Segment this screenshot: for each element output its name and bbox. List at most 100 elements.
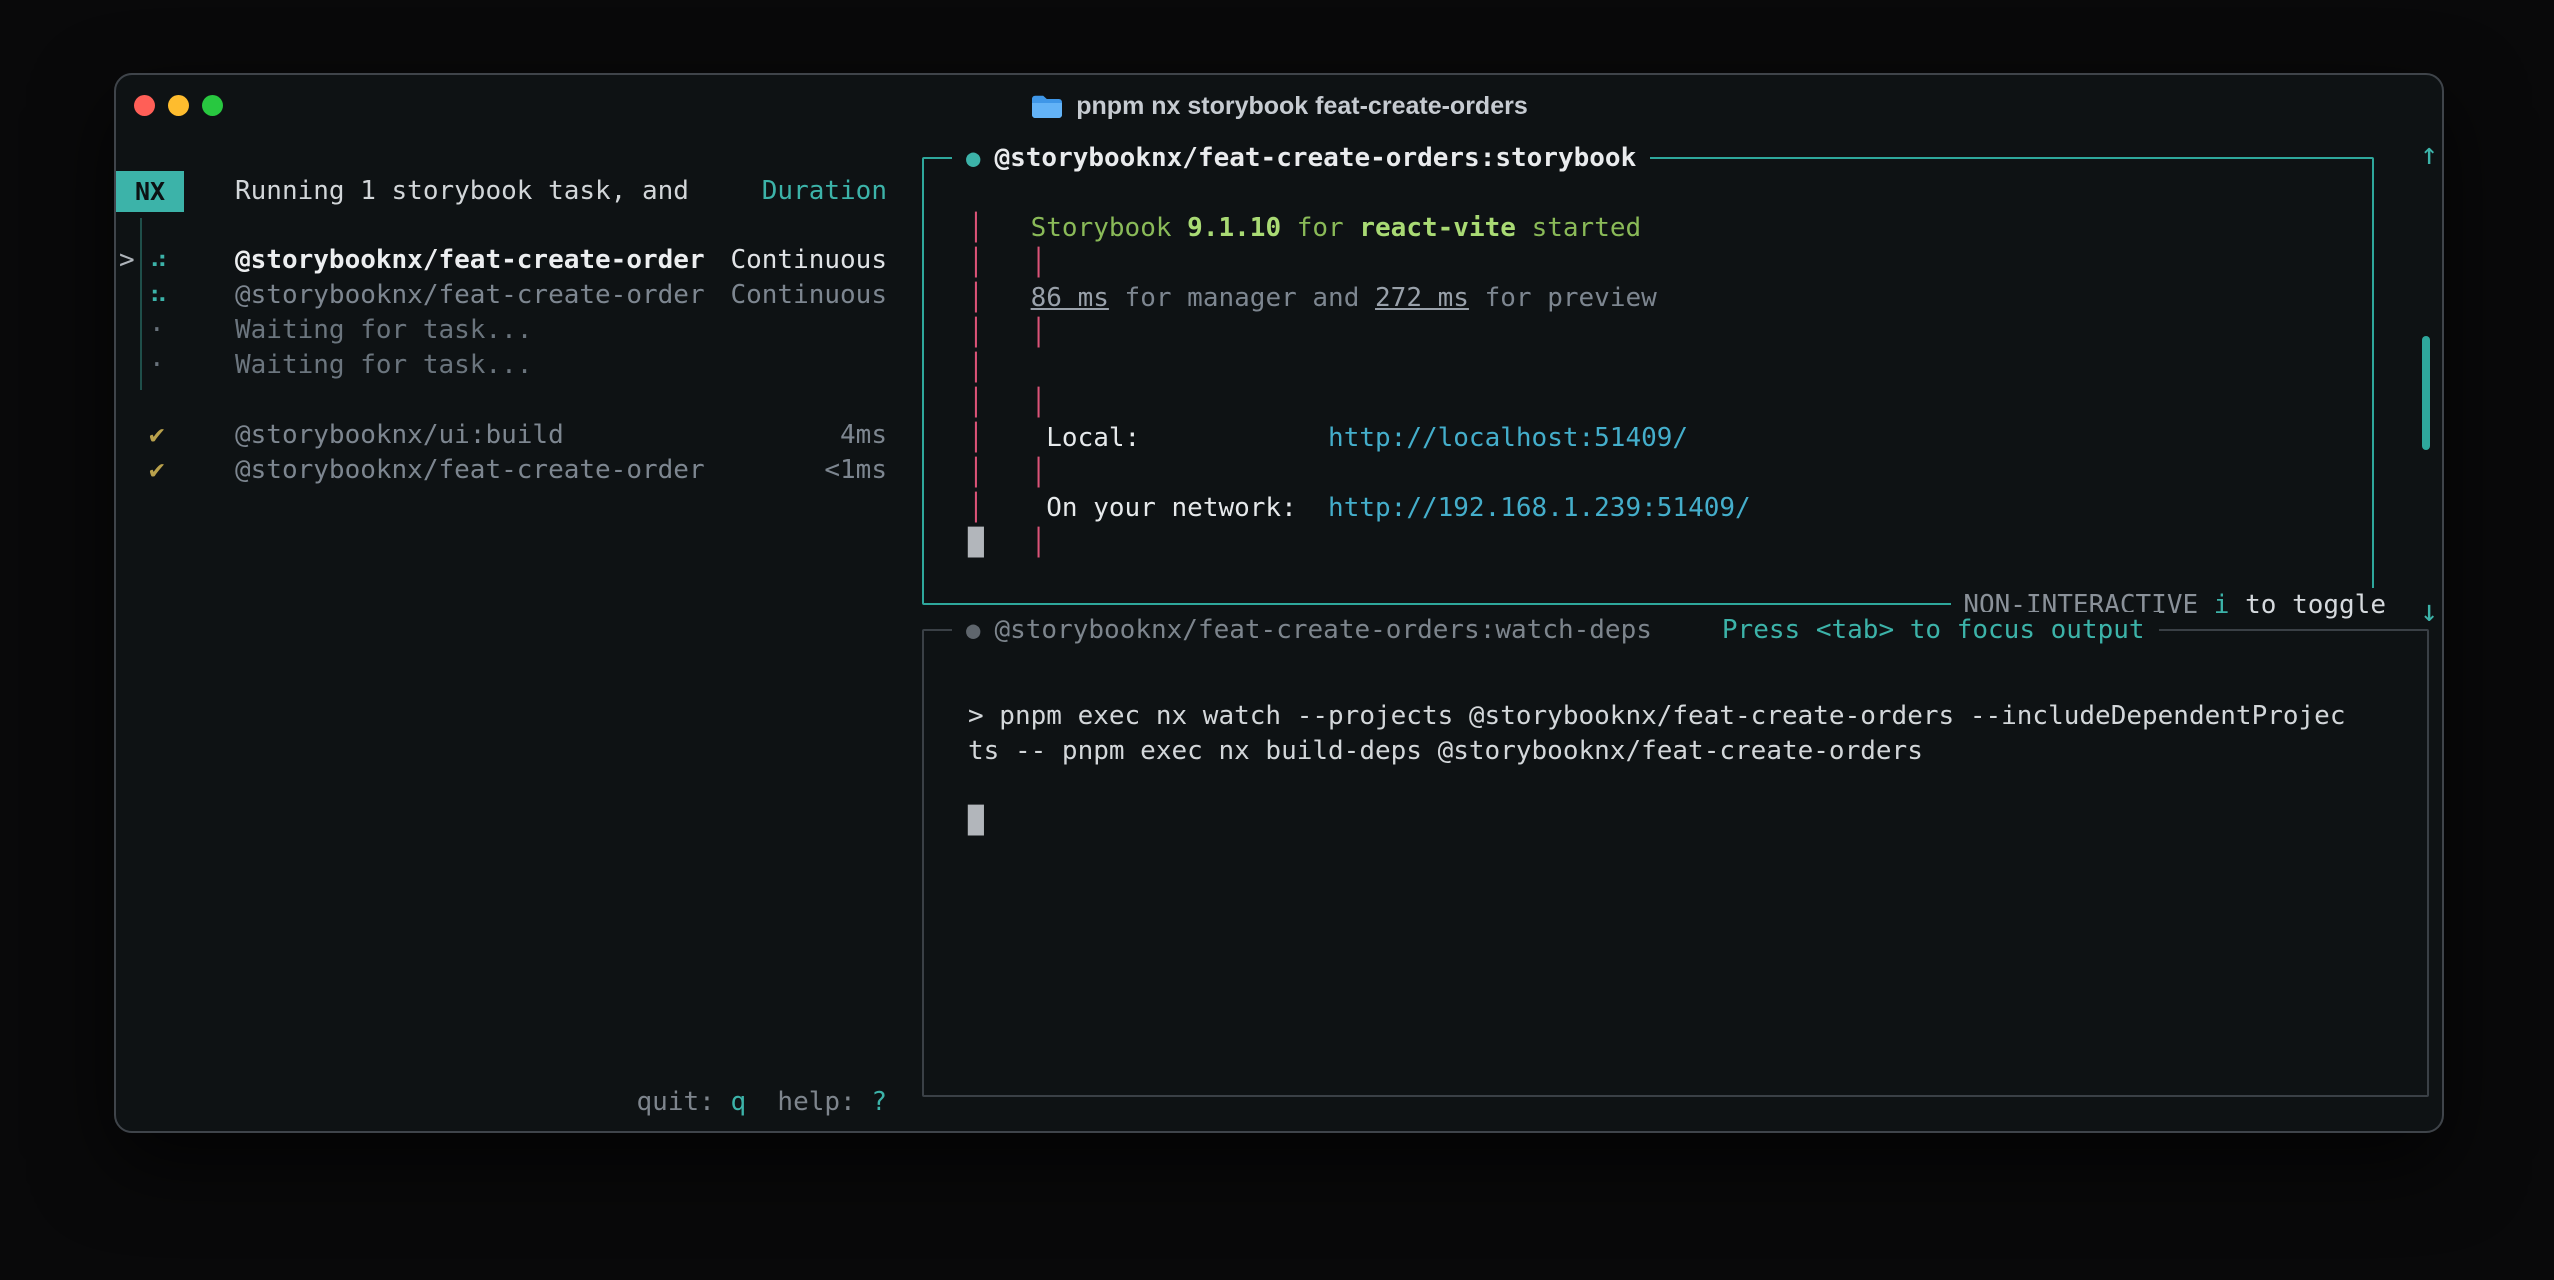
tasks-summary: Running 1 storybook task, and [235, 174, 689, 209]
task-row[interactable]: ✔ @storybooknx/ui:build 4ms [116, 418, 887, 453]
url-link[interactable]: http://localhost:51409/ [1328, 423, 1688, 453]
task-list-header: Running 1 storybook task, and Duration [235, 174, 887, 209]
text-segment: Local: [1046, 423, 1140, 453]
text-segment: 9.1.10 [1187, 213, 1281, 243]
text-segment: On your network: [1046, 493, 1296, 523]
quit-key[interactable]: q [730, 1087, 746, 1117]
text-segment [1140, 423, 1328, 453]
spinner-icon: ⠦ [149, 278, 168, 313]
scrollbar-thumb[interactable] [2422, 336, 2430, 450]
window-title: pnpm nx storybook feat-create-orders [1076, 89, 1528, 124]
bullet-icon: · [149, 348, 165, 383]
help-label: help: [746, 1087, 871, 1117]
folder-icon [1030, 93, 1064, 120]
output-gutter-bar: │ [968, 388, 984, 418]
task-cursor-prefix: > [119, 243, 135, 278]
terminal-line: │ On your network: http://192.168.1.239:… [968, 491, 1751, 526]
storybook-output-panel[interactable]: ● @storybooknx/feat-create-orders:storyb… [922, 157, 2374, 605]
terminal-line: ts -- pnpm exec nx build-deps @storybook… [968, 734, 2346, 769]
text-segment [984, 388, 1031, 418]
terminal-line: │ │ [968, 386, 1751, 421]
output-gutter-bar: │ [1031, 388, 1047, 418]
task-name: Waiting for task... [235, 313, 532, 348]
zoom-button[interactable] [202, 95, 223, 116]
help-key[interactable]: ? [871, 1087, 887, 1117]
terminal-line: │ Local: http://localhost:51409/ [968, 421, 1751, 456]
task-name: Waiting for task... [235, 348, 532, 383]
task-duration: 4ms [840, 418, 887, 453]
task-name: @storybooknx/feat-create-order [235, 278, 705, 313]
text-segment: started [1516, 213, 1641, 243]
cursor-block: █ [968, 806, 984, 836]
text-segment: > pnpm exec nx watch --projects @storybo… [968, 701, 2346, 731]
terminal-line [968, 769, 2346, 804]
text-segment [984, 248, 1031, 278]
terminal-line: █ │ [968, 526, 1751, 561]
window-titlebar: pnpm nx storybook feat-create-orders [116, 75, 2442, 137]
task-name: @storybooknx/feat-create-order [235, 453, 705, 488]
close-button[interactable] [134, 95, 155, 116]
task-duration: <1ms [824, 453, 887, 488]
text-segment: for [1281, 213, 1359, 243]
task-row[interactable]: >⠴@storybooknx/feat-create-orderContinuo… [116, 243, 887, 278]
text-segment [984, 318, 1031, 348]
output-gutter-bar: │ [1031, 458, 1047, 488]
storybook-task-name: @storybooknx/feat-create-orders:storyboo… [994, 141, 1636, 176]
terminal-line: █ [968, 804, 2346, 839]
text-segment: 272 ms [1375, 283, 1469, 313]
running-status-icon: ● [966, 141, 980, 176]
watchdeps-output-panel[interactable]: ● @storybooknx/feat-create-orders:watch-… [922, 629, 2429, 1097]
text-segment [984, 458, 1031, 488]
task-duration: Continuous [730, 243, 887, 278]
output-gutter-bar: │ [1031, 528, 1047, 558]
minimize-button[interactable] [168, 95, 189, 116]
check-icon: ✔ [149, 418, 165, 453]
output-gutter-bar: │ [968, 493, 984, 523]
text-segment [984, 493, 1047, 523]
url-link[interactable]: http://192.168.1.239:51409/ [1328, 493, 1751, 523]
terminal-window: pnpm nx storybook feat-create-orders NX … [114, 73, 2444, 1133]
text-segment: for manager and [1109, 283, 1375, 313]
keybind-footer: quit: q help: ? [116, 1085, 887, 1120]
task-name: @storybooknx/ui:build [235, 418, 564, 453]
focus-output-hint: Press <tab> to focus output [1722, 613, 2145, 648]
scroll-down-arrow[interactable]: ↓ [2412, 594, 2444, 629]
toggle-key[interactable]: i [2214, 588, 2230, 623]
text-segment: ts -- pnpm exec nx build-deps @storybook… [968, 736, 1923, 766]
task-row[interactable]: ·Waiting for task... [116, 313, 887, 348]
text-segment [984, 423, 1047, 453]
terminal-line: │ │ [968, 456, 1751, 491]
task-row[interactable]: ⠦@storybooknx/feat-create-orderContinuou… [116, 278, 887, 313]
terminal-line: │ 86 ms for manager and 272 ms for previ… [968, 281, 1751, 316]
output-gutter-bar: │ [1031, 318, 1047, 348]
output-gutter-bar: │ [968, 423, 984, 453]
watchdeps-panel-title: ● @storybooknx/feat-create-orders:watch-… [952, 612, 2159, 648]
text-segment [984, 528, 1031, 558]
task-row[interactable] [116, 383, 887, 418]
storybook-output: │ Storybook 9.1.10 for react-vite starte… [968, 211, 1751, 561]
output-gutter-bar: │ [968, 213, 984, 243]
output-gutter-bar: │ [968, 283, 984, 313]
check-icon: ✔ [149, 453, 165, 488]
output-gutter-bar: │ [968, 318, 984, 348]
output-gutter-bar: │ [968, 353, 984, 383]
task-row[interactable]: · Waiting for task... [116, 348, 887, 383]
output-gutter-bar: │ [968, 458, 984, 488]
task-name: @storybooknx/feat-create-order [235, 243, 705, 278]
task-row[interactable]: ✔ @storybooknx/feat-create-order <1ms [116, 453, 887, 488]
scroll-up-arrow[interactable]: ↑ [2412, 137, 2444, 172]
watchdeps-output: > pnpm exec nx watch --projects @storybo… [968, 699, 2346, 839]
text-segment: Storybook [1031, 213, 1188, 243]
watchdeps-task-name: @storybooknx/feat-create-orders:watch-de… [994, 613, 1651, 648]
text-segment [984, 283, 1031, 313]
terminal-line: │ │ [968, 316, 1751, 351]
duration-column-header: Duration [762, 174, 887, 209]
terminal-line: │ [968, 351, 1751, 386]
text-segment: 86 ms [1031, 283, 1109, 313]
text-segment: for preview [1469, 283, 1657, 313]
task-list: >⠴@storybooknx/feat-create-orderContinuo… [116, 243, 887, 488]
window-title-group: pnpm nx storybook feat-create-orders [1030, 89, 1528, 124]
desktop-background: pnpm nx storybook feat-create-orders NX … [0, 0, 2554, 1280]
traffic-lights [134, 95, 223, 116]
quit-label: quit: [637, 1087, 731, 1117]
